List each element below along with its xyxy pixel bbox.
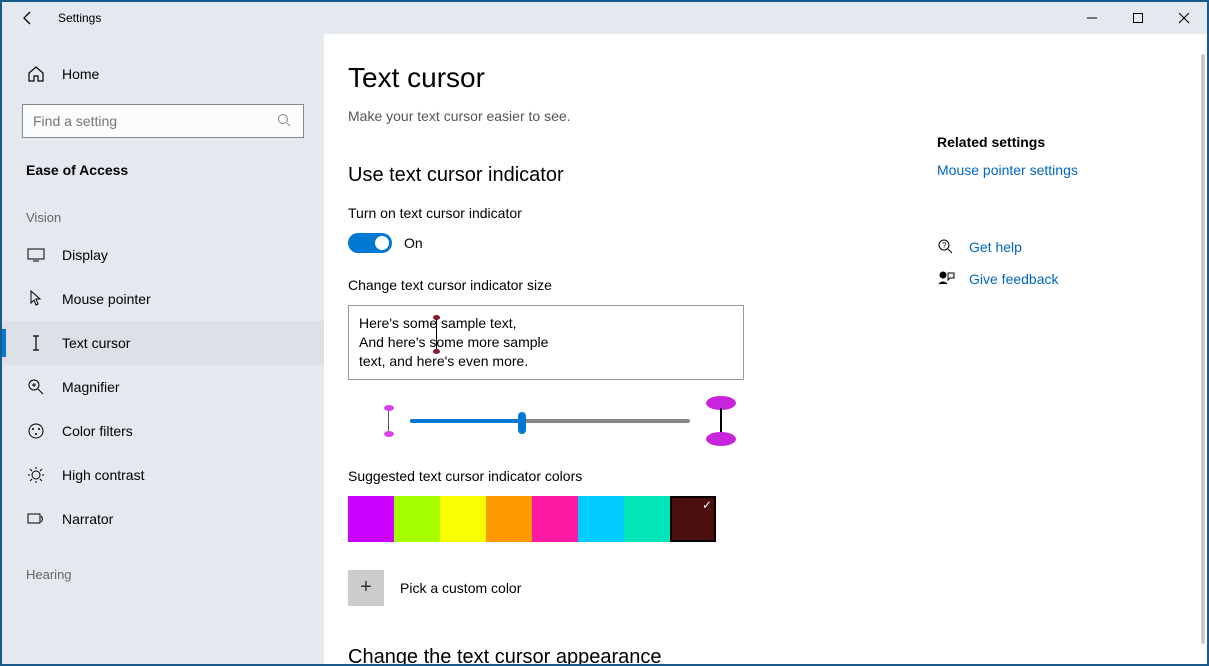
nav-label: Color filters [62,423,133,439]
display-icon [26,245,46,265]
color-swatch[interactable] [486,496,532,542]
back-button[interactable] [18,8,38,28]
toggle-state-label: On [404,235,423,251]
nav-display[interactable]: Display [2,233,324,277]
feedback-icon [937,270,955,288]
search-box[interactable] [22,104,304,138]
plus-icon: + [360,576,372,599]
content-area: Text cursor Make your text cursor easier… [324,34,1207,664]
nav-magnifier[interactable]: Magnifier [2,365,324,409]
cursor-size-small-icon [384,405,394,437]
color-swatch[interactable] [578,496,624,542]
nav-home-label: Home [62,66,99,82]
right-rail: Related settings Mouse pointer settings … [937,134,1157,302]
get-help-label: Get help [969,239,1022,255]
sample-text: Here's some sample text, And here's some… [359,315,548,369]
home-icon [26,64,46,84]
cursor-size-large-icon [706,396,736,446]
magnifier-icon [26,377,46,397]
close-button[interactable] [1161,2,1207,34]
custom-color-label: Pick a custom color [400,580,521,596]
sidebar: Home Ease of Access Vision Display Mouse… [2,34,324,664]
color-swatch[interactable] [394,496,440,542]
pointer-icon [26,289,46,309]
sidebar-group-hearing: Hearing [2,541,324,590]
page-description: Make your text cursor easier to see. [348,108,1167,124]
related-settings-heading: Related settings [937,134,1157,150]
color-swatch-row [348,496,1167,542]
nav-label: Mouse pointer [62,291,151,307]
text-cursor-icon [26,333,46,353]
help-icon: ? [937,238,955,256]
nav-label: High contrast [62,467,144,483]
mouse-pointer-settings-link[interactable]: Mouse pointer settings [937,162,1157,178]
search-icon [277,113,293,129]
page-title: Text cursor [348,62,1167,94]
nav-narrator[interactable]: Narrator [2,497,324,541]
minimize-button[interactable] [1069,2,1115,34]
nav-label: Text cursor [62,335,130,351]
sidebar-group-vision: Vision [2,184,324,233]
nav-label: Display [62,247,108,263]
nav-text-cursor[interactable]: Text cursor [2,321,324,365]
get-help-link[interactable]: ? Get help [937,238,1157,256]
nav-high-contrast[interactable]: High contrast [2,453,324,497]
scrollbar[interactable] [1201,54,1205,644]
size-slider[interactable] [410,419,690,423]
sidebar-section-title: Ease of Access [2,138,324,184]
search-input[interactable] [33,113,277,129]
svg-text:?: ? [942,241,947,250]
nav-label: Narrator [62,511,113,527]
titlebar: Settings [2,2,1207,34]
give-feedback-link[interactable]: Give feedback [937,270,1157,288]
section-appearance-heading: Change the text cursor appearance [348,646,1167,664]
nav-mouse-pointer[interactable]: Mouse pointer [2,277,324,321]
color-swatch[interactable] [348,496,394,542]
custom-color-button[interactable]: + [348,570,384,606]
nav-color-filters[interactable]: Color filters [2,409,324,453]
maximize-button[interactable] [1115,2,1161,34]
indicator-toggle[interactable] [348,233,392,253]
high-contrast-icon [26,465,46,485]
slider-thumb[interactable] [518,412,526,434]
color-swatch[interactable] [624,496,670,542]
color-swatch[interactable] [440,496,486,542]
color-swatch[interactable] [670,496,716,542]
color-filters-icon [26,421,46,441]
colors-field-label: Suggested text cursor indicator colors [348,468,1167,484]
sample-text-box: Here's some sample text, And here's some… [348,305,744,380]
color-swatch[interactable] [532,496,578,542]
window-title: Settings [58,11,101,25]
nav-label: Magnifier [62,379,120,395]
give-feedback-label: Give feedback [969,271,1059,287]
nav-home[interactable]: Home [2,50,324,98]
narrator-icon [26,509,46,529]
